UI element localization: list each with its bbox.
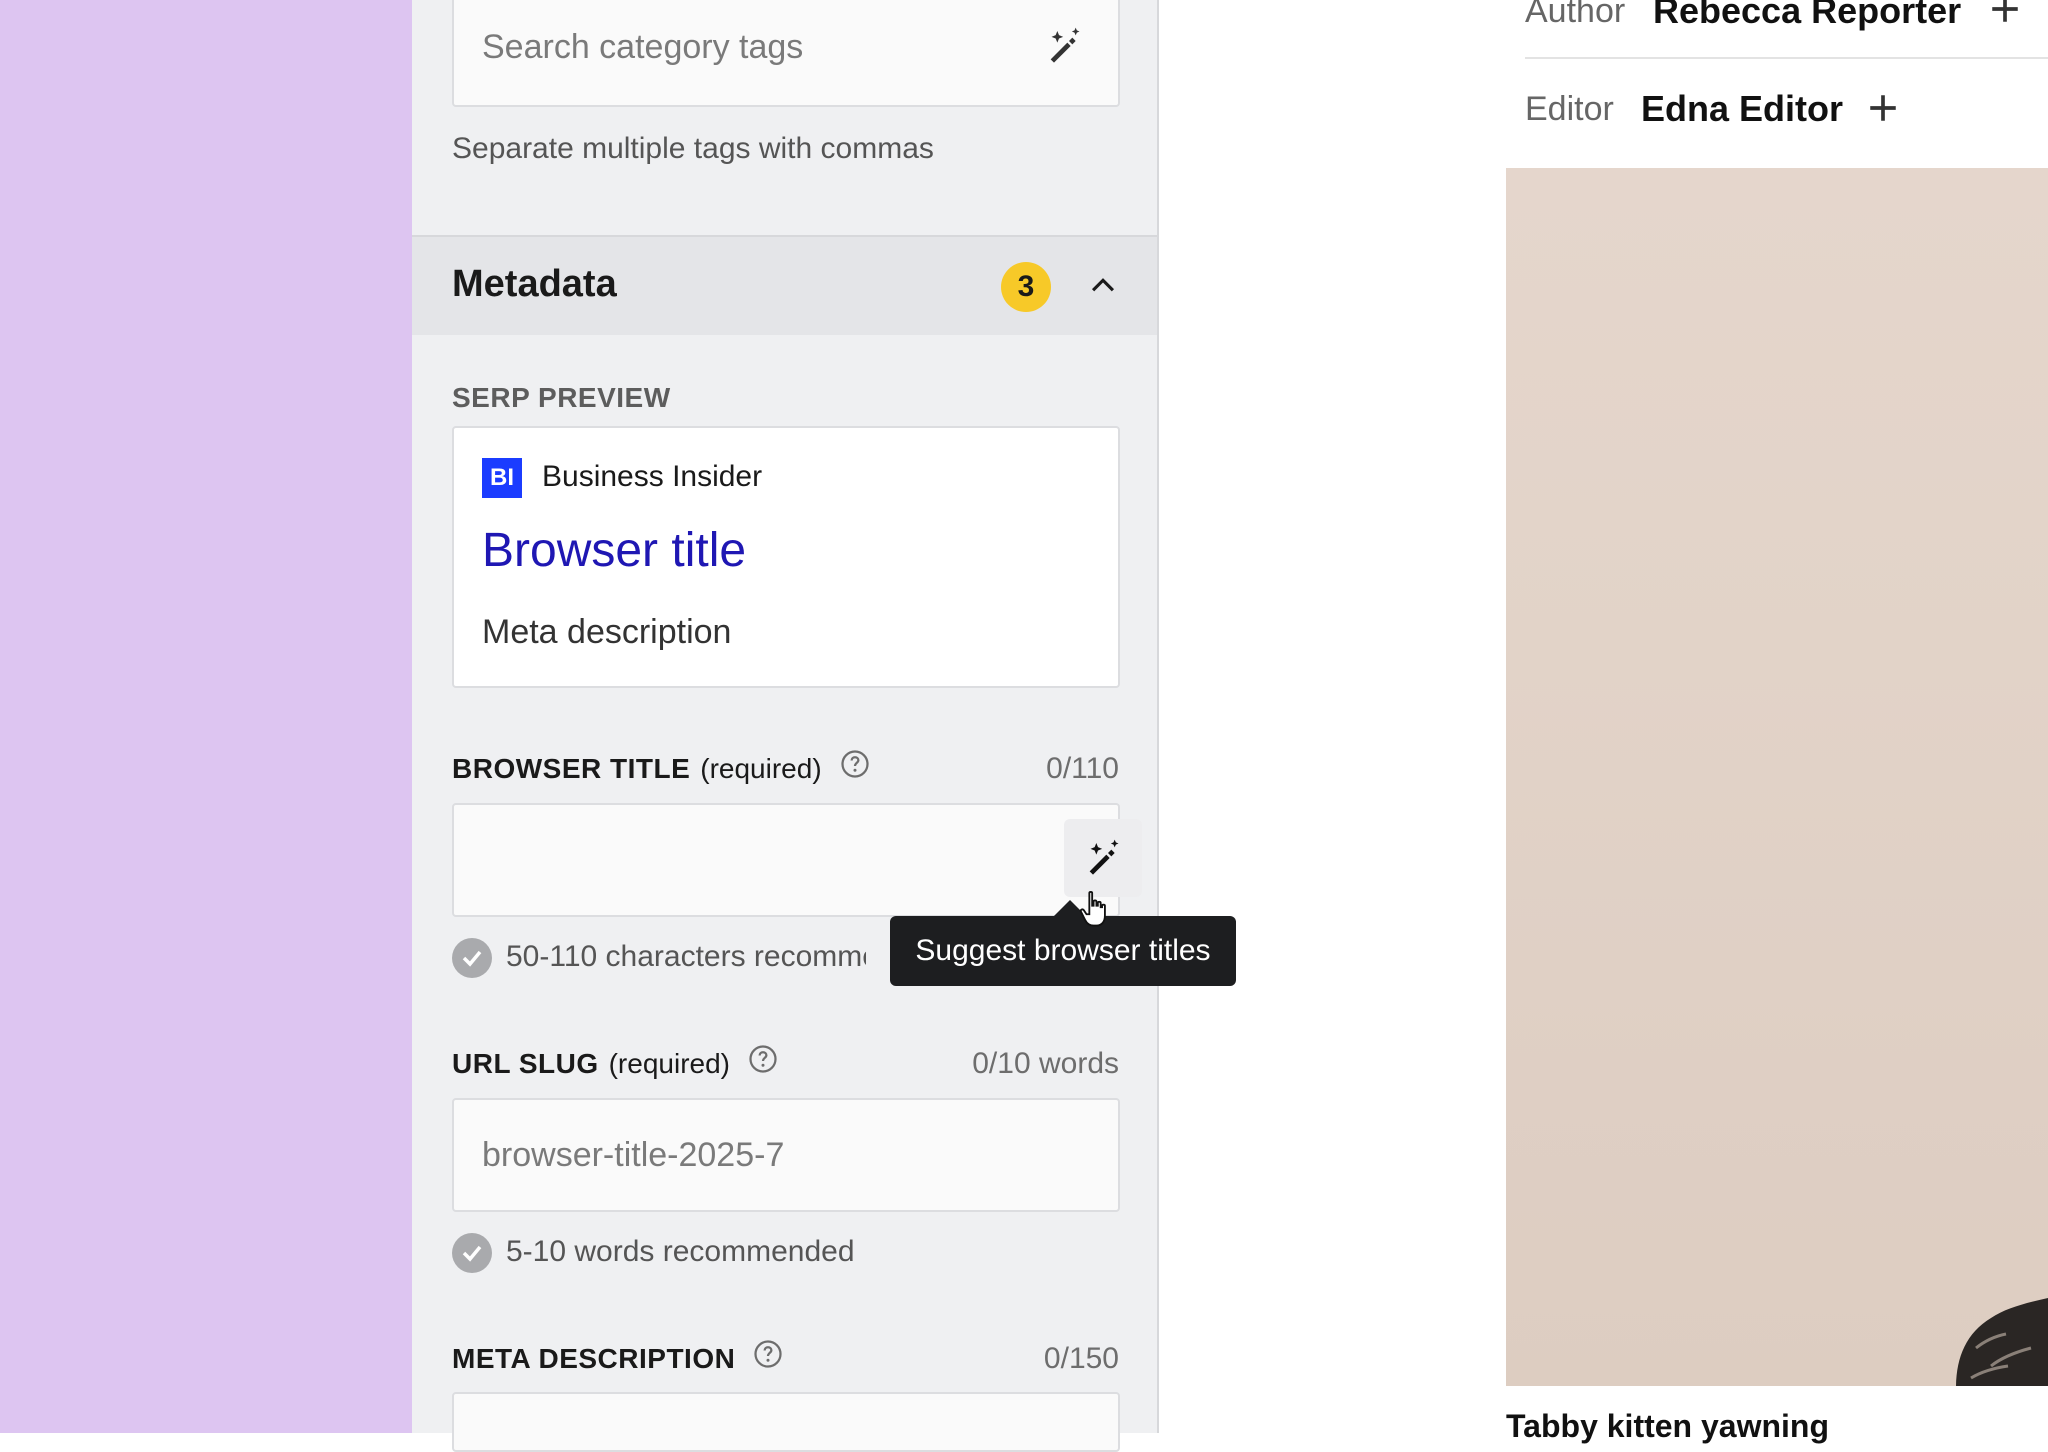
metadata-panel: Search category tags Separate multiple t… <box>412 0 1159 1452</box>
hand-cursor-icon <box>1078 890 1112 935</box>
category-tags-hint: Separate multiple tags with commas <box>452 132 934 165</box>
editor-label: Editor <box>1525 90 1614 128</box>
byline-divider <box>1525 57 2048 59</box>
magic-wand-icon[interactable] <box>1044 26 1084 71</box>
author-label: Author <box>1525 0 1626 30</box>
check-circle-icon <box>452 938 492 978</box>
meta-description-label-text: META DESCRIPTION <box>452 1342 736 1374</box>
help-icon[interactable] <box>748 1044 778 1081</box>
meta-description-counter: 0/150 <box>1043 1342 1119 1375</box>
browser-title-required: (required) <box>700 752 822 784</box>
help-icon[interactable] <box>753 1339 783 1376</box>
category-tags-search-input[interactable]: Search category tags <box>452 0 1120 107</box>
browser-title-counter: 0/110 <box>1046 752 1119 785</box>
check-circle-icon <box>452 1233 492 1273</box>
metadata-title: Metadata <box>452 263 617 305</box>
add-editor-icon[interactable] <box>1866 91 1900 130</box>
url-slug-input[interactable]: browser-title-2025-7 <box>452 1098 1120 1212</box>
left-background-strip <box>0 0 412 1433</box>
kitten-photo <box>1506 168 2048 1386</box>
editor-name[interactable]: Edna Editor <box>1641 88 1843 130</box>
suggest-browser-titles-button[interactable] <box>1064 819 1142 897</box>
url-slug-label-text: URL SLUG <box>452 1047 599 1079</box>
browser-title-hint: 50-110 characters recommended <box>506 940 866 973</box>
metadata-count-badge: 3 <box>1001 262 1051 312</box>
url-slug-hint: 5-10 words recommended <box>506 1235 855 1268</box>
add-author-icon[interactable] <box>1988 0 2022 31</box>
url-slug-counter: 0/10 words <box>972 1047 1119 1080</box>
meta-description-input[interactable] <box>452 1392 1120 1452</box>
url-slug-required: (required) <box>608 1047 730 1079</box>
url-slug-label: URL SLUG (required) <box>452 1044 778 1084</box>
browser-title-label: BROWSER TITLE (required) <box>452 749 870 789</box>
chevron-up-icon[interactable] <box>1086 269 1120 308</box>
kitten-fur <box>1956 1298 2048 1386</box>
url-slug-placeholder: browser-title-2025-7 <box>482 1136 785 1174</box>
author-name[interactable]: Rebecca Reporter <box>1653 0 1961 32</box>
category-tags-placeholder: Search category tags <box>482 28 804 66</box>
browser-title-input[interactable] <box>452 803 1142 917</box>
help-icon[interactable] <box>840 749 870 786</box>
browser-title-label-text: BROWSER TITLE <box>452 752 691 784</box>
serp-title: Browser title <box>482 524 747 577</box>
serp-preview-card: BI Business Insider Browser title Meta d… <box>452 426 1120 688</box>
serp-site-name: Business Insider <box>542 460 763 493</box>
business-insider-logo: BI <box>482 458 522 498</box>
metadata-section-header[interactable]: Metadata 3 <box>412 235 1157 335</box>
photo-caption: Tabby kitten yawning <box>1506 1408 1829 1444</box>
serp-description: Meta description <box>482 613 732 651</box>
meta-description-label: META DESCRIPTION <box>452 1339 783 1379</box>
suggest-browser-titles-tooltip: Suggest browser titles <box>890 916 1236 986</box>
serp-preview-label: SERP PREVIEW <box>452 382 671 413</box>
